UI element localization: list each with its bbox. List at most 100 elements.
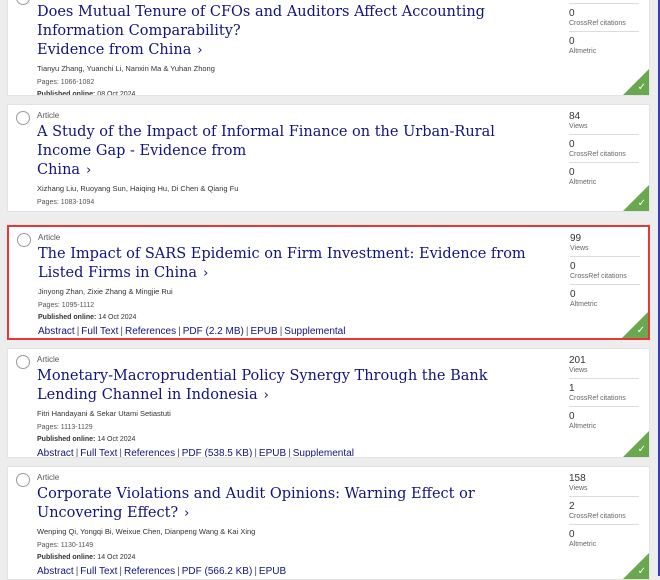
published-date: 08 Oct 2024 <box>97 91 136 96</box>
link-separator: | <box>279 326 283 337</box>
published-label: Published online: <box>37 554 96 561</box>
published-label: Published online: <box>38 314 97 321</box>
article-published: Published online: 14 Oct 2024 <box>38 313 543 322</box>
article-pages: Pages: 1083-1094 <box>37 199 95 206</box>
metric-crossref-label: CrossRef citations <box>570 273 627 280</box>
article-link-pdf[interactable]: PDF (538.5 KB) <box>182 448 253 457</box>
link-separator: | <box>75 566 79 577</box>
metric-altmetric: 0 Altmetric <box>569 36 639 59</box>
article-title-link[interactable]: A Study of the Impact of Informal Financ… <box>37 123 542 180</box>
article-link-references[interactable]: References <box>124 566 175 577</box>
link-separator: | <box>119 448 122 458</box>
article-link-supplemental[interactable]: Supplemental <box>293 448 354 457</box>
published-label: Published online: <box>37 211 95 212</box>
select-article-radio[interactable] <box>16 473 30 487</box>
article-authors: Jinyong Zhan, Zixie Zhang & Mingjie Rui <box>38 287 173 296</box>
article-metrics: 201 Views 1 CrossRef citations 0 Altmetric <box>569 355 641 438</box>
check-icon: ✓ <box>636 325 645 336</box>
published-date: 14 Oct 2024 <box>97 554 136 561</box>
metric-views-label: Views <box>569 367 588 374</box>
article-title-link[interactable]: Does Mutual Tenure of CFOs and Auditors … <box>37 3 542 60</box>
article-link-pdf[interactable]: PDF (2.2 MB) <box>183 326 244 337</box>
article-link-abstract[interactable]: Abstract <box>37 566 74 577</box>
chevron-right-icon[interactable]: › <box>86 163 91 178</box>
article-pages: Pages: 1066-1082 <box>37 79 95 86</box>
metric-views-count: 158 <box>569 473 586 484</box>
article-link-full[interactable]: Full Text <box>81 326 118 337</box>
article-link-abstract[interactable]: Abstract <box>38 326 75 337</box>
article-published: Published online: 14 Oct 2024 <box>37 435 542 444</box>
article-title[interactable]: Does Mutual Tenure of CFOs and Auditors … <box>37 4 485 39</box>
link-separator: | <box>288 448 291 458</box>
article-metrics: 158 Views 2 CrossRef citations 0 Altmetric <box>569 473 641 556</box>
select-article-radio[interactable] <box>16 111 30 125</box>
article-title-line2[interactable]: China <box>37 162 80 178</box>
metric-views-count: 99 <box>570 233 582 244</box>
link-separator: | <box>245 326 249 337</box>
article-details: Article Monetary-Macroprudential Policy S… <box>37 355 542 458</box>
article-link-abstract[interactable]: Abstract <box>37 448 74 457</box>
article-type: Article <box>37 473 60 482</box>
article-card: Article Monetary-Macroprudential Policy S… <box>7 348 650 458</box>
article-metrics: 84 Views 0 CrossRef citations 0 Altmetric <box>569 111 641 194</box>
article-title-line2[interactable]: Evidence from China <box>37 42 191 58</box>
metric-crossref-count: 2 <box>569 501 575 512</box>
link-separator: | <box>177 448 180 458</box>
article-details: Article Does Mutual Tenure of CFOs and Au… <box>37 0 542 96</box>
article-link-full[interactable]: Full Text <box>80 566 117 577</box>
article-title-link[interactable]: The Impact of SARS Epidemic on Firm Inve… <box>38 245 543 283</box>
link-separator: | <box>178 326 181 337</box>
metric-crossref: 1 CrossRef citations <box>569 383 639 407</box>
metric-altmetric-label: Altmetric <box>569 423 597 430</box>
metric-views: 99 Views <box>570 233 640 257</box>
article-link-epub[interactable]: EPUB <box>259 566 286 577</box>
article-metrics: Views0CrossRef citations0Altmetric <box>569 0 641 63</box>
metric-crossref-count: 1 <box>569 383 575 394</box>
article-published: Published online: 14 Oct 2024 <box>37 553 542 562</box>
article-title[interactable]: A Study of the Impact of Informal Financ… <box>37 124 495 159</box>
article-title-link[interactable]: Corporate Violations and Audit Opinions:… <box>37 485 542 523</box>
metric-crossref-label: CrossRef citations <box>569 513 626 520</box>
metric-altmetric-label: Altmetric <box>570 301 598 308</box>
metric-altmetric: 0 Altmetric <box>570 289 640 312</box>
article-link-epub[interactable]: EPUB <box>259 448 286 457</box>
check-icon: ✓ <box>637 444 646 455</box>
published-label: Published online: <box>37 436 96 443</box>
article-link-supplemental[interactable]: Supplemental <box>284 326 345 337</box>
metric-crossref: 2 CrossRef citations <box>569 501 639 525</box>
article-authors: Wenping Qi, Yongqi Bi, Weixue Chen, Dian… <box>37 527 256 536</box>
select-article-radio[interactable] <box>16 0 30 5</box>
link-separator: | <box>76 326 80 337</box>
chevron-right-icon[interactable]: › <box>203 266 208 281</box>
article-link-epub[interactable]: EPUB <box>250 326 277 337</box>
article-card: Article The Impact of SARS Epidemic on Fi… <box>7 225 650 340</box>
link-separator: | <box>254 448 257 458</box>
article-link-references[interactable]: References <box>125 326 176 337</box>
article-link-pdf[interactable]: PDF (566.2 KB) <box>182 566 253 577</box>
chevron-right-icon[interactable]: › <box>264 388 269 403</box>
metric-altmetric-count: 0 <box>569 529 575 540</box>
article-published: Published online: 14 Oct 2024 <box>37 210 542 212</box>
link-separator: | <box>120 326 123 337</box>
article-card: Article Does Mutual Tenure of CFOs and Au… <box>7 0 650 96</box>
metric-crossref-count: 0 <box>570 261 576 272</box>
article-link-references[interactable]: References <box>124 448 175 457</box>
chevron-right-icon[interactable]: › <box>197 43 202 58</box>
select-article-radio[interactable] <box>16 355 30 369</box>
published-date: 14 Oct 2024 <box>98 314 137 321</box>
published-date: 14 Oct 2024 <box>97 436 136 443</box>
select-article-radio[interactable] <box>17 233 31 247</box>
metric-crossref-count: 0 <box>569 8 575 19</box>
article-title[interactable]: Monetary-Macroprudential Policy Synergy … <box>37 368 488 403</box>
article-links: Abstract | Full Text | References | PDF (2.2 M… <box>38 325 543 338</box>
article-details: Article The Impact of SARS Epidemic on Fi… <box>38 233 543 338</box>
metric-crossref-label: CrossRef citations <box>569 151 626 158</box>
article-title[interactable]: Corporate Violations and Audit Opinions:… <box>37 486 475 521</box>
article-title[interactable]: The Impact of SARS Epidemic on Firm Inve… <box>38 246 526 281</box>
article-title-link[interactable]: Monetary-Macroprudential Policy Synergy … <box>37 367 542 405</box>
article-pages: Pages: 1095-1112 <box>38 302 95 309</box>
chevron-right-icon[interactable]: › <box>184 506 189 521</box>
metric-crossref-count: 0 <box>569 139 575 150</box>
article-link-full[interactable]: Full Text <box>80 448 117 457</box>
metric-altmetric: 0 Altmetric <box>569 529 639 552</box>
